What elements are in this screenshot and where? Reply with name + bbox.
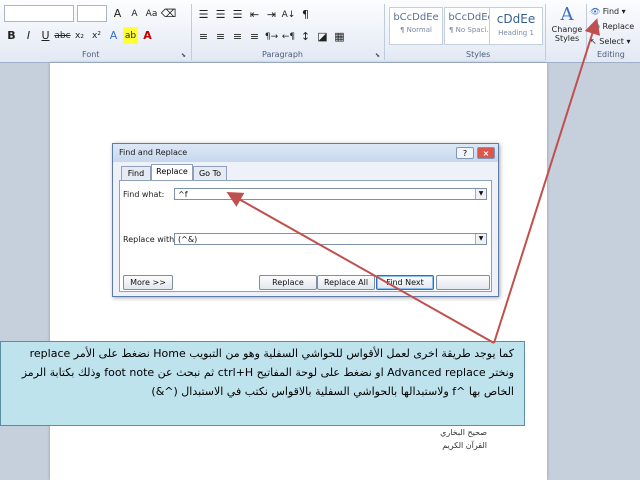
sort-icon[interactable]: A↓ [281,6,296,23]
paragraph-row-2: ≡ ≡ ≡ ≡ ¶→ ←¶ ↕ ◪ ▦ [196,28,349,45]
styles-group-label: Styles [466,50,491,59]
find-label: Find [602,7,620,16]
tab-replace[interactable]: Replace [151,164,193,181]
bold-button[interactable]: B [4,27,19,44]
text-effects-icon[interactable]: A [106,27,121,44]
italic-button[interactable]: I [21,27,36,44]
multilevel-list-icon[interactable]: ☰ [230,6,245,23]
style-sample: cDdEe [496,12,536,26]
font-group-label: Font [82,50,100,59]
style-sample: bCcDdEe [393,12,439,23]
ribbon: A A Aa ⌫ B I U abc x₂ x² A ab A Font ⬊ ☰… [0,0,640,63]
annotation-callout: كما يوجد طريقة اخرى لعمل الأقواس للحواشي… [0,341,525,426]
superscript-icon[interactable]: x² [89,27,104,44]
strikethrough-icon[interactable]: abc [54,27,70,44]
help-button[interactable]: ? [456,147,474,159]
borders-icon[interactable]: ▦ [332,28,347,45]
find-replace-dialog: Find and Replace ? × Find Replace Go To … [112,143,499,297]
divider [384,4,385,60]
select-label: Select [599,37,624,46]
dialog-title: Find and Replace [113,144,498,162]
show-marks-icon[interactable]: ¶ [298,6,313,23]
paragraph-row-1: ☰ ☰ ☰ ⇤ ⇥ A↓ ¶ [196,6,315,23]
editing-group-label: Editing [597,50,625,59]
align-right-icon[interactable]: ≡ [230,28,245,45]
change-styles-icon: A [560,4,574,25]
replace-icon: ab [590,22,600,31]
binoculars-icon: 👁 [590,7,601,16]
find-what-value: ^f [178,190,188,199]
divider [586,4,587,60]
close-button[interactable]: × [477,147,495,159]
justify-icon[interactable]: ≡ [247,28,262,45]
font-size-box[interactable] [77,5,107,22]
replace-all-button[interactable]: Replace All [317,275,375,290]
bullets-icon[interactable]: ☰ [196,6,211,23]
style-name: Heading 1 [498,29,534,37]
rtl-icon[interactable]: ←¶ [281,28,296,45]
underline-button[interactable]: U [38,27,53,44]
chevron-down-icon[interactable]: ▼ [475,189,486,199]
numbering-icon[interactable]: ☰ [213,6,228,23]
tab-go-to[interactable]: Go To [193,166,227,180]
cursor-icon: ↖ [590,37,597,46]
clear-formatting-icon[interactable]: ⌫ [161,5,177,22]
increase-indent-icon[interactable]: ⇥ [264,6,279,23]
document-line: القرآن الكريم [442,441,487,450]
font-color-icon[interactable]: A [140,27,155,44]
replace-with-value: (^&) [178,235,198,244]
divider [545,4,546,60]
chevron-down-icon: ▾ [621,7,626,16]
subscript-icon[interactable]: x₂ [72,27,87,44]
replace-with-input[interactable]: (^&) ▼ [174,233,487,245]
align-left-icon[interactable]: ≡ [196,28,211,45]
replace-button[interactable]: Replace [259,275,317,290]
font-row-1: A A Aa ⌫ [4,5,178,22]
chevron-down-icon[interactable]: ▼ [475,234,486,244]
replace-label: Replace [602,22,635,31]
ltr-icon[interactable]: ¶→ [264,28,279,45]
find-what-label: Find what: [123,190,165,199]
paragraph-group-label: Paragraph [262,50,303,59]
decrease-indent-icon[interactable]: ⇤ [247,6,262,23]
select-button[interactable]: ↖ Select ▾ [590,34,634,49]
style-heading-1[interactable]: cDdEe Heading 1 [489,7,543,45]
change-styles-button[interactable]: A Change Styles [551,4,583,43]
line-spacing-icon[interactable]: ↕ [298,28,313,45]
highlight-icon[interactable]: ab [123,27,138,44]
shrink-font-icon[interactable]: A [127,5,142,22]
paragraph-dialog-launcher-icon[interactable]: ⬊ [375,52,380,59]
callout-text: كما يوجد طريقة اخرى لعمل الأقواس للحواشي… [21,347,514,398]
clear-format-icon[interactable]: Aa [144,5,159,22]
find-what-input[interactable]: ^f ▼ [174,188,487,200]
align-center-icon[interactable]: ≡ [213,28,228,45]
tab-find[interactable]: Find [121,166,151,180]
grow-font-icon[interactable]: A [110,5,125,22]
editing-buttons: 👁 Find ▾ ab Replace ↖ Select ▾ [590,4,634,49]
find-button[interactable]: 👁 Find ▾ [590,4,634,19]
change-styles-label: Change Styles [551,25,583,43]
style-normal[interactable]: bCcDdEe ¶ Normal [389,7,443,45]
cancel-button[interactable] [436,275,490,290]
replace-button[interactable]: ab Replace [590,19,634,34]
font-name-box[interactable] [4,5,74,22]
document-line: صحيح البخاري [440,428,487,437]
replace-with-label: Replace with: [123,235,177,244]
more-button[interactable]: More >> [123,275,173,290]
font-row-2: B I U abc x₂ x² A ab A [4,27,157,44]
font-dialog-launcher-icon[interactable]: ⬊ [181,52,186,59]
style-name: ¶ Normal [399,26,432,34]
divider [191,4,192,60]
chevron-down-icon: ▾ [626,37,631,46]
shading-icon[interactable]: ◪ [315,28,330,45]
find-next-button[interactable]: Find Next [376,275,434,290]
